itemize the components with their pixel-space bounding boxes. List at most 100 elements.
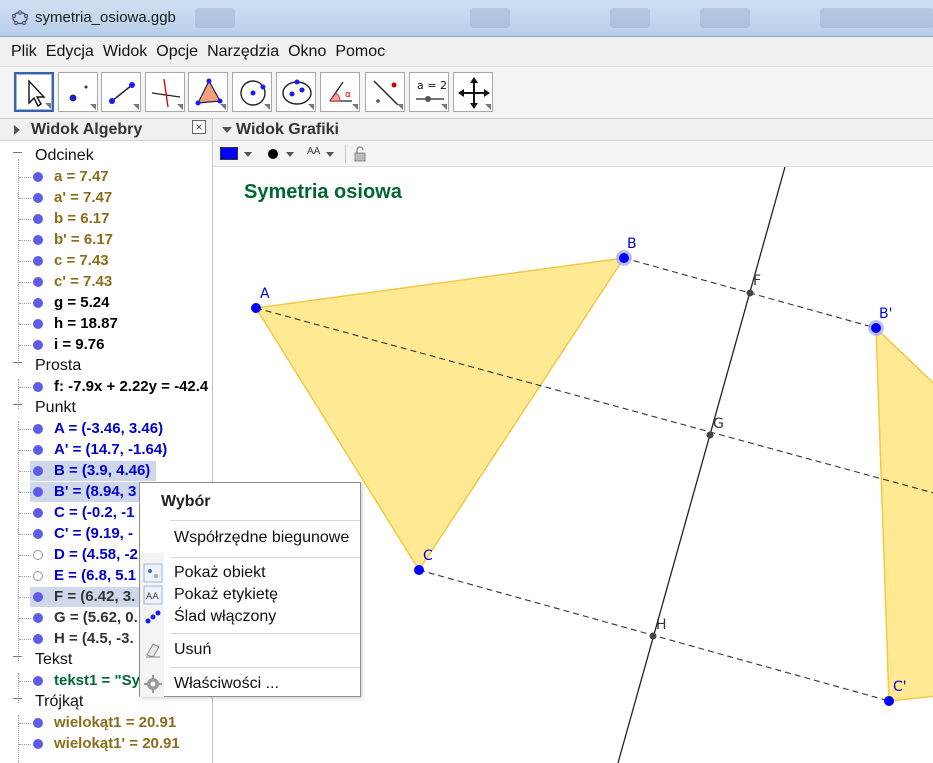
visibility-dot-icon[interactable] xyxy=(33,676,43,686)
visibility-dot-icon[interactable] xyxy=(33,592,43,602)
label-G: G xyxy=(713,416,724,432)
label-H: H xyxy=(656,617,667,633)
algebra-row-g[interactable]: g = 5.24 xyxy=(0,293,212,314)
menu-item-show-label[interactable]: Pokaż etykietę xyxy=(174,586,278,604)
menu-edycja[interactable]: Edycja xyxy=(43,43,97,61)
reflect-tool-button[interactable] xyxy=(365,72,405,112)
mirror-line-f[interactable] xyxy=(617,167,786,763)
algebra-row-a-prime[interactable]: a' = 7.47 xyxy=(0,188,212,209)
point-B-prime[interactable] xyxy=(871,323,881,333)
collapse-arrow-icon[interactable] xyxy=(222,127,232,133)
point-A[interactable] xyxy=(251,303,261,313)
polygon-tool-button[interactable] xyxy=(188,72,228,112)
svg-text:α: α xyxy=(345,90,351,100)
menu-item-properties[interactable]: Właściwości ... xyxy=(174,675,279,693)
gear-icon xyxy=(144,675,162,693)
dropdown-caret-icon[interactable] xyxy=(286,152,294,157)
visibility-dot-icon[interactable] xyxy=(33,256,43,266)
move-graphics-tool-button[interactable] xyxy=(453,72,493,112)
label-style-button[interactable]: AA xyxy=(307,146,320,157)
color-picker-button[interactable] xyxy=(220,147,238,160)
visibility-dot-icon[interactable] xyxy=(33,613,43,623)
visibility-dot-icon[interactable] xyxy=(33,718,43,728)
menu-plik[interactable]: Plik xyxy=(8,43,40,61)
point-style-button[interactable] xyxy=(268,149,278,159)
menu-item-delete[interactable]: Usuń xyxy=(174,641,211,659)
lock-icon[interactable] xyxy=(353,146,367,162)
algebra-row-wielokat1[interactable]: wielokąt1 = 20.91 xyxy=(0,713,212,734)
point-tool-button[interactable] xyxy=(58,72,98,112)
algebra-row-wielokat1-prime[interactable]: wielokąt1' = 20.91 xyxy=(0,734,212,755)
context-menu-title: Wybór xyxy=(161,493,211,510)
blurred-region xyxy=(700,8,750,28)
menu-okno[interactable]: Okno xyxy=(285,43,329,61)
visibility-dot-icon[interactable] xyxy=(33,529,43,539)
point-B[interactable] xyxy=(619,253,629,263)
blurred-region xyxy=(195,8,235,28)
visibility-dot-icon[interactable] xyxy=(33,235,43,245)
visibility-dot-icon[interactable] xyxy=(33,172,43,182)
angle-tool-button[interactable]: α xyxy=(320,72,360,112)
circle-tool-button[interactable] xyxy=(232,72,272,112)
blurred-region xyxy=(820,8,933,28)
visibility-dot-icon[interactable] xyxy=(33,340,43,350)
window-title: symetria_osiowa.ggb xyxy=(35,9,176,26)
visibility-dot-icon[interactable] xyxy=(33,319,43,329)
dropdown-caret-icon[interactable] xyxy=(326,152,334,157)
separator xyxy=(345,145,346,163)
visibility-dot-icon[interactable] xyxy=(33,739,43,749)
hidden-dot-icon[interactable] xyxy=(33,550,43,560)
perpendicular-line-tool-button[interactable] xyxy=(145,72,185,112)
visibility-dot-icon[interactable] xyxy=(33,487,43,497)
graphics-view-header: Widok Grafiki xyxy=(214,119,933,141)
graphics-view-title: Widok Grafiki xyxy=(236,121,339,138)
visibility-dot-icon[interactable] xyxy=(33,298,43,308)
menu-item-polar-coordinates[interactable]: Współrzędne biegunowe xyxy=(174,529,349,547)
algebra-row-b[interactable]: b = 6.17 xyxy=(0,209,212,230)
visibility-dot-icon[interactable] xyxy=(33,382,43,392)
hidden-dot-icon[interactable] xyxy=(33,571,43,581)
slider-tool-button[interactable]: a = 2 xyxy=(409,72,449,112)
menu-item-show-object[interactable]: Pokaż obiekt xyxy=(174,564,266,582)
algebra-row-h[interactable]: h = 18.87 xyxy=(0,314,212,335)
move-tool-button[interactable] xyxy=(14,72,54,112)
triangle-abc-prime[interactable] xyxy=(875,326,933,702)
segment-tool-button[interactable] xyxy=(101,72,141,112)
visibility-dot-icon[interactable] xyxy=(33,508,43,518)
title-bar: symetria_osiowa.ggb xyxy=(0,0,933,37)
label-B: B xyxy=(627,236,637,252)
visibility-dot-icon[interactable] xyxy=(33,466,43,476)
close-icon[interactable]: × xyxy=(192,120,206,134)
graphics-title-text[interactable]: Symetria osiowa xyxy=(244,181,402,204)
ellipse-tool-button[interactable] xyxy=(276,72,316,112)
algebra-row-point-A-prime[interactable]: A' = (14.7, -1.64) xyxy=(0,440,212,461)
menu-widok[interactable]: Widok xyxy=(100,43,150,61)
algebra-row-a[interactable]: a = 7.47 xyxy=(0,167,212,188)
menu-opcje[interactable]: Opcje xyxy=(153,43,201,61)
point-F[interactable] xyxy=(746,289,754,297)
point-C[interactable] xyxy=(414,565,424,575)
algebra-row-f-line[interactable]: f: -7.9x + 2.22y = -42.4 xyxy=(0,377,212,398)
algebra-row-c-prime[interactable]: c' = 7.43 xyxy=(0,272,212,293)
visibility-dot-icon[interactable] xyxy=(33,193,43,203)
label-C: C xyxy=(423,548,433,564)
point-H[interactable] xyxy=(649,632,657,640)
visibility-dot-icon[interactable] xyxy=(33,277,43,287)
algebra-row-i[interactable]: i = 9.76 xyxy=(0,335,212,356)
menu-pomoc[interactable]: Pomoc xyxy=(332,43,388,61)
algebra-row-point-B[interactable]: B = (3.9, 4.46) xyxy=(0,461,212,482)
dropdown-caret-icon[interactable] xyxy=(244,152,252,157)
visibility-dot-icon[interactable] xyxy=(33,445,43,455)
algebra-row-point-A[interactable]: A = (-3.46, 3.46) xyxy=(0,419,212,440)
visibility-dot-icon[interactable] xyxy=(33,634,43,644)
algebra-row-b-prime[interactable]: b' = 6.17 xyxy=(0,230,212,251)
algebra-row-c[interactable]: c = 7.43 xyxy=(0,251,212,272)
collapse-arrow-icon[interactable] xyxy=(14,125,20,135)
visibility-dot-icon[interactable] xyxy=(33,214,43,224)
menu-item-trace[interactable]: Ślad włączony xyxy=(174,608,276,626)
visibility-dot-icon[interactable] xyxy=(33,424,43,434)
point-C-prime[interactable] xyxy=(884,696,894,706)
point-G[interactable] xyxy=(706,431,714,439)
svg-text:a = 2: a = 2 xyxy=(417,79,447,92)
menu-narzedzia[interactable]: Narzędzia xyxy=(204,43,282,61)
